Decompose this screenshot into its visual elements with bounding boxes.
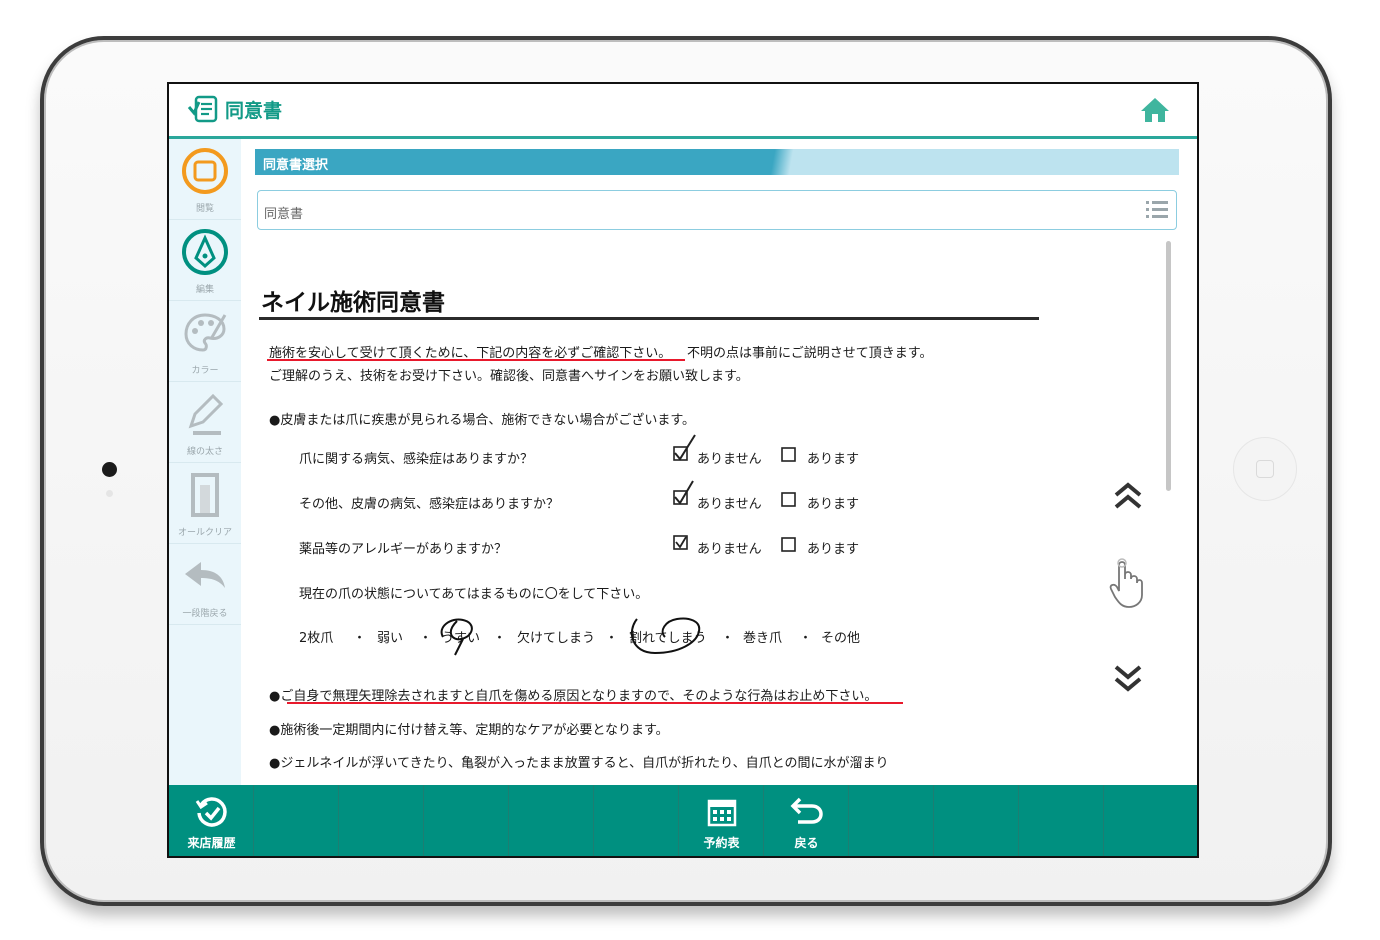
document-scrollbar[interactable] — [1166, 241, 1171, 491]
nail-state-option[interactable]: 欠けてしまう — [517, 627, 595, 646]
question-1: 爪に関する病気、感染症はありますか？ — [299, 452, 534, 467]
nail-state-separator: ・ — [493, 631, 507, 646]
nail-state-separator: ・ — [605, 631, 619, 646]
sidebar-item-edit[interactable]: 編集 — [169, 220, 241, 301]
option-yes: あります — [807, 497, 860, 512]
empty-toolbar-slot — [1019, 785, 1104, 856]
app-header: 同意書 — [169, 84, 1197, 139]
consent-form-select[interactable]: 同意書 — [257, 190, 1177, 230]
calendar-icon — [707, 799, 737, 827]
sidebar-item-label: 線の太さ — [186, 447, 223, 457]
home-icon[interactable] — [1139, 96, 1171, 124]
app-title: 同意書 — [225, 100, 283, 122]
list-icon[interactable] — [1146, 200, 1168, 220]
sidebar-item-label: オールクリア — [177, 528, 232, 538]
tool-sidebar: 閲覧 編集 カラー 線の太さ オールクリア 一段階戻る — [169, 139, 241, 785]
reservation-table-label: 予約表 — [703, 836, 740, 850]
nail-state-option[interactable]: 弱い — [377, 627, 403, 646]
empty-toolbar-slot — [509, 785, 594, 856]
checkbox-checked[interactable] — [671, 475, 697, 509]
option-yes: あります — [807, 452, 860, 467]
sidebar-item-label: 閲覧 — [195, 204, 214, 214]
nail-state-question: 現在の爪の状態についてあてはまるものに〇をして下さい。 — [299, 587, 649, 602]
nail-state-option[interactable]: その他 — [821, 627, 860, 646]
tablet-sensor — [106, 490, 113, 497]
nail-state-option[interactable]: 2枚爪 — [299, 627, 333, 646]
pencil-icon — [188, 393, 224, 435]
view-frame-icon — [182, 148, 228, 194]
consent-document[interactable]: ネイル施術同意書 施術を安心して受けて頂くために、下記の内容を必ずご確認下さい。… — [255, 241, 1055, 785]
checkbox-unchecked[interactable] — [781, 537, 797, 553]
option-no: ありません — [697, 542, 762, 557]
undo-arrow-icon — [185, 562, 225, 588]
title-rule — [259, 317, 1039, 320]
question-3: 薬品等のアレルギーがありますか？ — [299, 542, 508, 557]
bullet-3: ●施術後一定期間内に付け替え等、定期的なケアが必要となります。 — [269, 723, 669, 738]
main-content: 同意書選択 同意書 ネイル施術同意書 施術を安心して受けて頂くために、下記の内容… — [241, 139, 1197, 785]
question-2: その他、皮膚の病気、感染症はありますか？ — [299, 497, 560, 512]
bullet-4: ●ジェルネイルが浮いてきたり、亀裂が入ったまま放置すると、自爪が折れたり、自爪と… — [269, 756, 889, 771]
sidebar-item-label: 一段階戻る — [182, 609, 228, 619]
return-arrow-icon — [790, 797, 823, 824]
option-yes: あります — [807, 542, 860, 557]
nail-state-separator: ・ — [353, 631, 367, 646]
hand-pointer-icon[interactable] — [1109, 557, 1145, 609]
section-header: 同意書選択 — [255, 149, 1179, 175]
intro-line1-rest: 不明の点は事前にご説明させて頂きます。 — [687, 346, 933, 361]
tablet-camera — [102, 462, 117, 477]
checkbox-unchecked[interactable] — [781, 447, 797, 463]
bottom-toolbar: 来店履歴 予約表 戻る — [169, 785, 1197, 856]
back-button[interactable]: 戻る — [764, 785, 849, 856]
sidebar-item-line-width[interactable]: 線の太さ — [169, 382, 241, 463]
handwritten-circle-mark — [440, 618, 473, 656]
nail-state-separator: ・ — [419, 631, 433, 646]
sidebar-item-view[interactable]: 閲覧 — [169, 139, 241, 220]
consent-form-icon — [187, 95, 218, 123]
sidebar-item-label: カラー — [191, 366, 219, 376]
option-no: ありません — [697, 497, 762, 512]
reservation-table-button[interactable]: 予約表 — [679, 785, 764, 856]
back-label: 戻る — [794, 836, 819, 850]
select-value: 同意書 — [264, 207, 304, 222]
option-no: ありません — [697, 452, 762, 467]
history-clock-icon — [195, 797, 227, 827]
sidebar-item-all-clear[interactable]: オールクリア — [169, 463, 241, 544]
empty-toolbar-slot — [424, 785, 509, 856]
empty-toolbar-slot — [254, 785, 339, 856]
document-title: ネイル施術同意書 — [261, 290, 445, 316]
empty-toolbar-slot — [594, 785, 679, 856]
sidebar-item-color[interactable]: カラー — [169, 301, 241, 382]
nail-state-separator: ・ — [721, 631, 735, 646]
checkbox-checked[interactable] — [671, 431, 697, 465]
empty-toolbar-slot — [1104, 785, 1197, 856]
visit-history-button[interactable]: 来店履歴 — [169, 785, 254, 856]
sidebar-item-undo[interactable]: 一段階戻る — [169, 544, 241, 625]
clear-icon — [191, 473, 219, 517]
checkbox-unchecked[interactable] — [781, 492, 797, 508]
empty-toolbar-slot — [339, 785, 424, 856]
checkbox-checked[interactable] — [671, 528, 697, 554]
nail-state-option[interactable]: 巻き爪 — [743, 627, 782, 646]
page-down-icon[interactable] — [1111, 661, 1145, 695]
empty-toolbar-slot — [934, 785, 1019, 856]
red-underline — [267, 359, 685, 361]
app-screen: 同意書 閲覧 編集 カラー 線の太さ オールクリア 一段階戻る 同意書選択 同意… — [167, 82, 1199, 858]
bullet-1: ●皮膚または爪に疾患が見られる場合、施術できない場合がございます。 — [269, 413, 696, 428]
edit-pen-icon — [182, 229, 228, 275]
nail-state-separator: ・ — [799, 631, 813, 646]
empty-toolbar-slot — [849, 785, 934, 856]
intro-line2: ご理解のうえ、技術をお受け下さい。確認後、同意書へサインをお願い致します。 — [269, 369, 749, 384]
red-underline — [287, 702, 903, 704]
palette-icon — [184, 313, 227, 352]
sidebar-item-label: 編集 — [195, 285, 214, 295]
handwritten-circle-mark — [630, 617, 701, 655]
tablet-home-button[interactable] — [1233, 437, 1297, 501]
visit-history-label: 来店履歴 — [187, 836, 236, 850]
page-up-icon[interactable] — [1111, 479, 1145, 513]
section-title: 同意書選択 — [263, 158, 329, 173]
